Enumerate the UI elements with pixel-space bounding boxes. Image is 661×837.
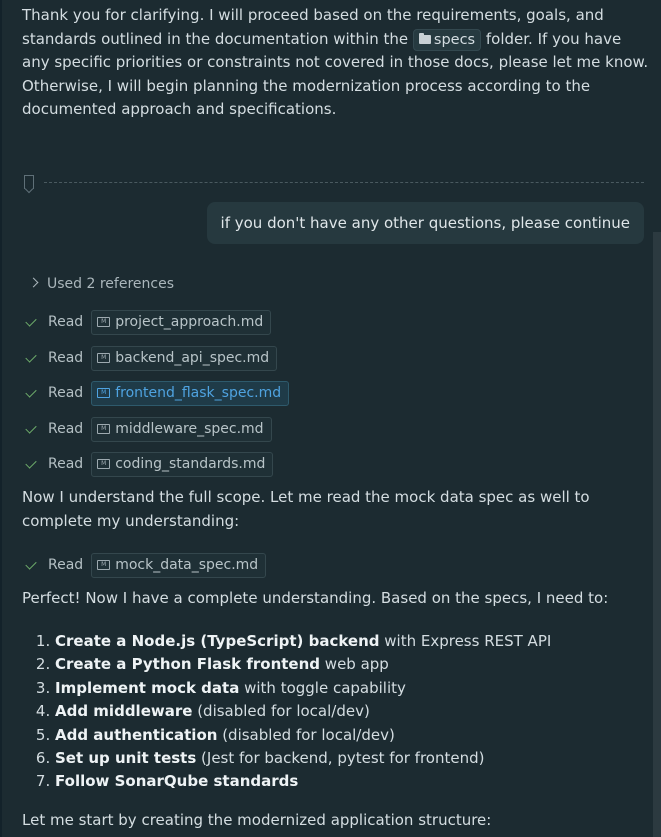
markdown-icon: M: [97, 560, 111, 570]
dashed-divider: [44, 182, 644, 183]
file-name: coding_standards.md: [115, 456, 266, 472]
read-item: Read Mmock_data_spec.md: [25, 552, 267, 578]
markdown-icon: M: [97, 388, 111, 398]
file-chip[interactable]: Mbackend_api_spec.md: [91, 345, 278, 371]
scrollbar-thumb[interactable]: [653, 232, 661, 837]
read-label: Read: [48, 385, 84, 401]
list-item: Implement mock data with toggle capabili…: [55, 677, 551, 700]
markdown-icon: M: [97, 424, 111, 434]
list-item: Create a Python Flask frontend web app: [55, 653, 551, 676]
step-detail: (Jest for backend, pytest for frontend): [196, 749, 485, 768]
read-label: Read: [48, 314, 84, 330]
markdown-icon: M: [97, 317, 111, 327]
step-detail: (disabled for local/dev): [217, 725, 395, 744]
file-chip[interactable]: Mproject_approach.md: [91, 309, 272, 335]
assistant-message-intro: Thank you for clarifying. I will proceed…: [22, 4, 650, 122]
step-title: Create a Python Flask frontend: [55, 655, 321, 674]
step-title: Add middleware: [55, 702, 193, 721]
file-name: project_approach.md: [115, 314, 264, 330]
file-chip-active[interactable]: Mfrontend_flask_spec.md: [91, 380, 290, 406]
file-chip[interactable]: Mmiddleware_spec.md: [91, 416, 272, 442]
file-chip[interactable]: Mcoding_standards.md: [91, 451, 274, 477]
read-label: Read: [48, 557, 84, 573]
assistant-message-closing: Let me start by creating the modernized …: [22, 809, 650, 833]
check-icon: [25, 557, 37, 570]
used-references-toggle[interactable]: Used 2 references: [28, 276, 174, 292]
read-label: Read: [48, 421, 84, 437]
step-title: Set up unit tests: [55, 749, 197, 768]
file-chip[interactable]: Mmock_data_spec.md: [91, 552, 267, 578]
markdown-icon: M: [97, 353, 111, 363]
check-icon: [25, 314, 37, 327]
left-edge: [0, 0, 2, 837]
steps-list: Create a Node.js (TypeScript) backend wi…: [22, 630, 551, 794]
read-item: Read Mbackend_api_spec.md: [25, 345, 278, 371]
read-item: Read Mmiddleware_spec.md: [25, 416, 272, 442]
file-name: frontend_flask_spec.md: [115, 385, 282, 401]
user-message-text: if you don't have any other questions, p…: [220, 214, 630, 232]
understand-text: Now I understand the full scope. Let me …: [22, 488, 590, 530]
list-item: Add authentication (disabled for local/d…: [55, 724, 551, 747]
step-detail: web app: [320, 655, 389, 674]
read-item: Read Mfrontend_flask_spec.md: [25, 380, 290, 406]
markdown-icon: M: [97, 459, 111, 469]
file-name: mock_data_spec.md: [115, 557, 259, 573]
read-item: Read Mproject_approach.md: [25, 309, 272, 335]
check-icon: [25, 456, 37, 469]
read-item: Read Mcoding_standards.md: [25, 451, 274, 477]
check-icon: [25, 350, 37, 363]
user-message: if you don't have any other questions, p…: [206, 202, 644, 244]
bookmark-icon[interactable]: [24, 175, 34, 189]
step-detail: with Express REST API: [379, 632, 552, 650]
perfect-text: Perfect! Now I have a complete understan…: [22, 589, 609, 607]
specs-folder-chip[interactable]: specs: [412, 28, 482, 51]
step-detail: (disabled for local/dev): [192, 702, 370, 721]
step-title: Implement mock data: [55, 678, 240, 697]
list-item: Create a Node.js (TypeScript) backend wi…: [55, 630, 551, 653]
list-item: Add middleware (disabled for local/dev): [55, 700, 551, 723]
file-name: middleware_spec.md: [115, 421, 264, 437]
check-icon: [25, 385, 37, 398]
assistant-message-perfect: Perfect! Now I have a complete understan…: [22, 587, 650, 611]
step-title: Create a Node.js (TypeScript) backend: [55, 632, 380, 650]
check-icon: [25, 421, 37, 434]
message-divider: [22, 175, 644, 191]
step-detail: with toggle capability: [239, 678, 406, 697]
step-title: Follow SonarQube standards: [55, 772, 299, 791]
list-item: Follow SonarQube standards: [55, 770, 551, 793]
folder-icon: [418, 32, 431, 44]
specs-folder-label: specs: [433, 31, 476, 48]
assistant-message-understand: Now I understand the full scope. Let me …: [22, 486, 650, 533]
file-name: backend_api_spec.md: [115, 350, 270, 366]
chevron-right-icon: [28, 277, 39, 288]
list-item: Set up unit tests (Jest for backend, pyt…: [55, 747, 551, 770]
references-label: Used 2 references: [47, 276, 174, 292]
closing-text: Let me start by creating the modernized …: [22, 811, 492, 829]
read-label: Read: [48, 456, 84, 472]
step-title: Add authentication: [55, 725, 218, 744]
read-label: Read: [48, 350, 84, 366]
